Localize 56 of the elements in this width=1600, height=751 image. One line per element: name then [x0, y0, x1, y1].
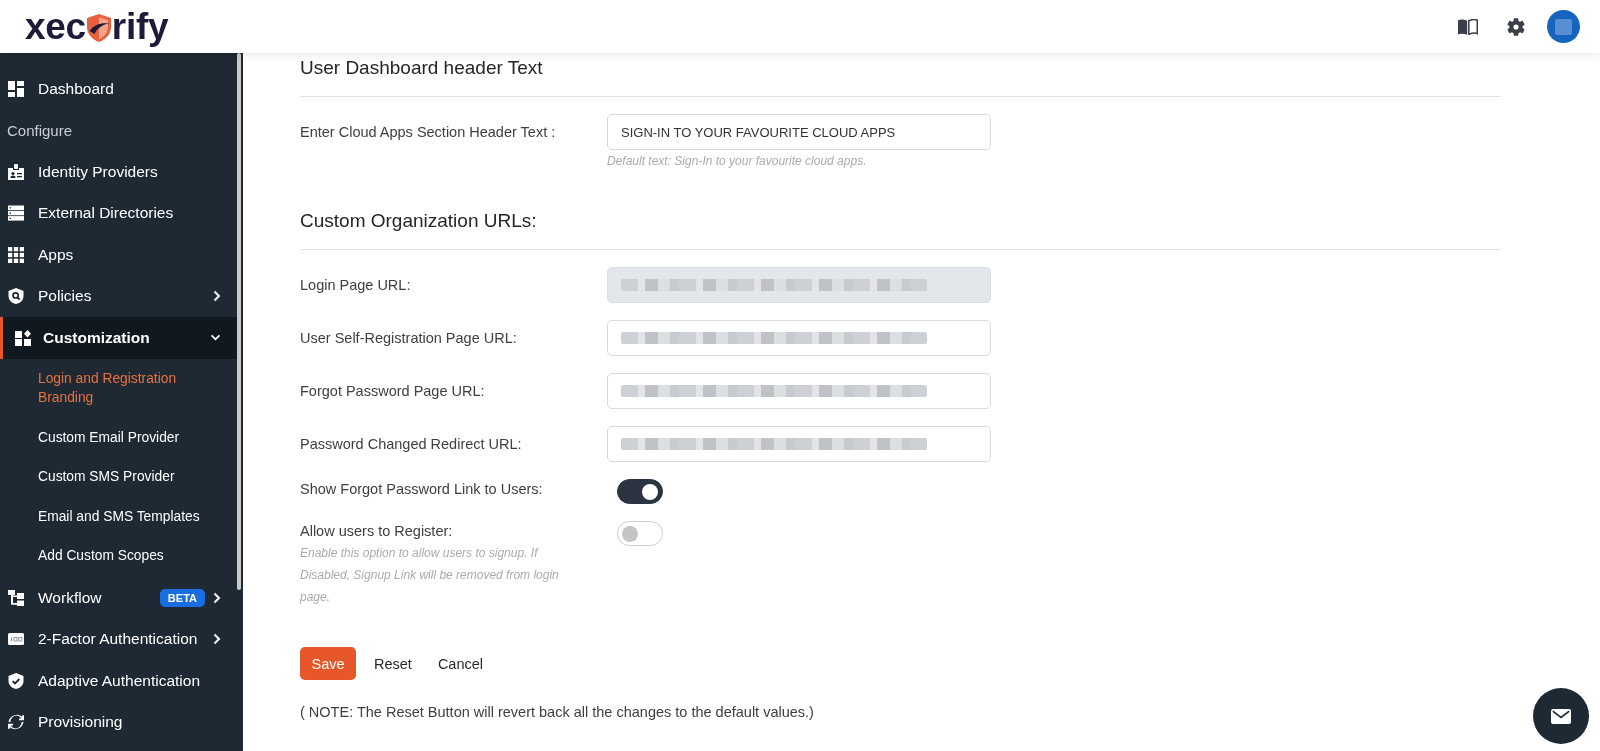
message-button[interactable] [1533, 688, 1589, 744]
field-label: Enter Cloud Apps Section Header Text : [300, 123, 556, 142]
sidebar-item[interactable]: Dashboard [0, 68, 237, 110]
sidebar-subitem[interactable]: Login and Registration Branding [0, 358, 237, 418]
input-field[interactable] [607, 426, 991, 462]
sync-icon [8, 714, 24, 731]
sidebar-subitem[interactable]: Custom Email Provider [0, 417, 237, 457]
sidebar-item[interactable]: Customization [0, 317, 237, 359]
section-heading: Custom Organization URLs: [300, 209, 538, 233]
book-icon[interactable] [1458, 18, 1478, 35]
sidebar-subitem[interactable]: Email and SMS Templates [0, 496, 237, 536]
sidebar-item[interactable]: 2-Factor Authentication [0, 618, 237, 660]
toggle-switch[interactable] [617, 479, 663, 504]
server-stack-icon [8, 205, 24, 222]
sidebar-item[interactable]: Workflow BETA [0, 577, 237, 619]
field-label: Login Page URL: [300, 276, 411, 295]
grid-icon [8, 246, 24, 263]
sidebar-subitem[interactable]: Add Custom Scopes [0, 536, 237, 576]
cancel-button[interactable]: Cancel [429, 647, 492, 680]
field-label: Allow users to Register: [300, 522, 453, 541]
sidebar-item[interactable]: Policies [0, 275, 237, 317]
widgets-icon [15, 329, 31, 346]
envelope-icon [1551, 708, 1571, 724]
input-field[interactable]: SIGN-IN TO YOUR FAVOURITE CLOUD APPS [607, 114, 991, 150]
sidebar-item[interactable]: Provisioning [0, 701, 237, 743]
help-text: Default text: Sign-In to your favourite cloud apps. [607, 153, 867, 169]
note-text: ( NOTE: The Reset Button will revert back all the changes to the default values.) [300, 703, 815, 722]
sidebar-item[interactable]: Identity Providers [0, 151, 237, 193]
field-label: Show Forgot Password Link to Users: [300, 480, 543, 499]
sidebar-item[interactable]: External Directories [0, 192, 237, 234]
sidebar-item[interactable]: Apps [0, 234, 237, 276]
reset-button[interactable]: Reset [366, 647, 420, 680]
input-field[interactable] [607, 373, 991, 409]
sidebar-item[interactable]: Adaptive Authentication [0, 660, 237, 702]
nav-section-heading: Configure [6, 120, 74, 141]
id-card-icon [8, 163, 24, 180]
shield-check-icon [8, 672, 24, 689]
logo-text: xec [25, 6, 86, 47]
input-field[interactable] [607, 320, 991, 356]
section-heading: User Dashboard header Text [300, 56, 544, 80]
dashboard-icon [8, 80, 24, 97]
beta-badge: BETA [159, 588, 205, 607]
scrollbar-thumb[interactable] [237, 53, 241, 590]
sidebar-subitem[interactable]: Custom SMS Provider [0, 457, 237, 497]
save-button[interactable]: Save [300, 647, 356, 680]
field-label: User Self-Registration Page URL: [300, 329, 517, 348]
shield-search-icon [8, 288, 24, 305]
settings-icon[interactable] [1507, 17, 1525, 36]
help-text: Enable this option to allow users to signup. If Disabled, Signup Link will be removed from login page. [300, 545, 560, 606]
field-label: Forgot Password Page URL: [300, 382, 485, 401]
number-box-icon [8, 631, 24, 648]
logo-text: rify [111, 6, 169, 47]
field-label: Password Changed Redirect URL: [300, 435, 522, 454]
user-avatar[interactable] [1547, 10, 1580, 43]
shield-logo-icon [86, 13, 111, 42]
hierarchy-icon [8, 589, 24, 606]
